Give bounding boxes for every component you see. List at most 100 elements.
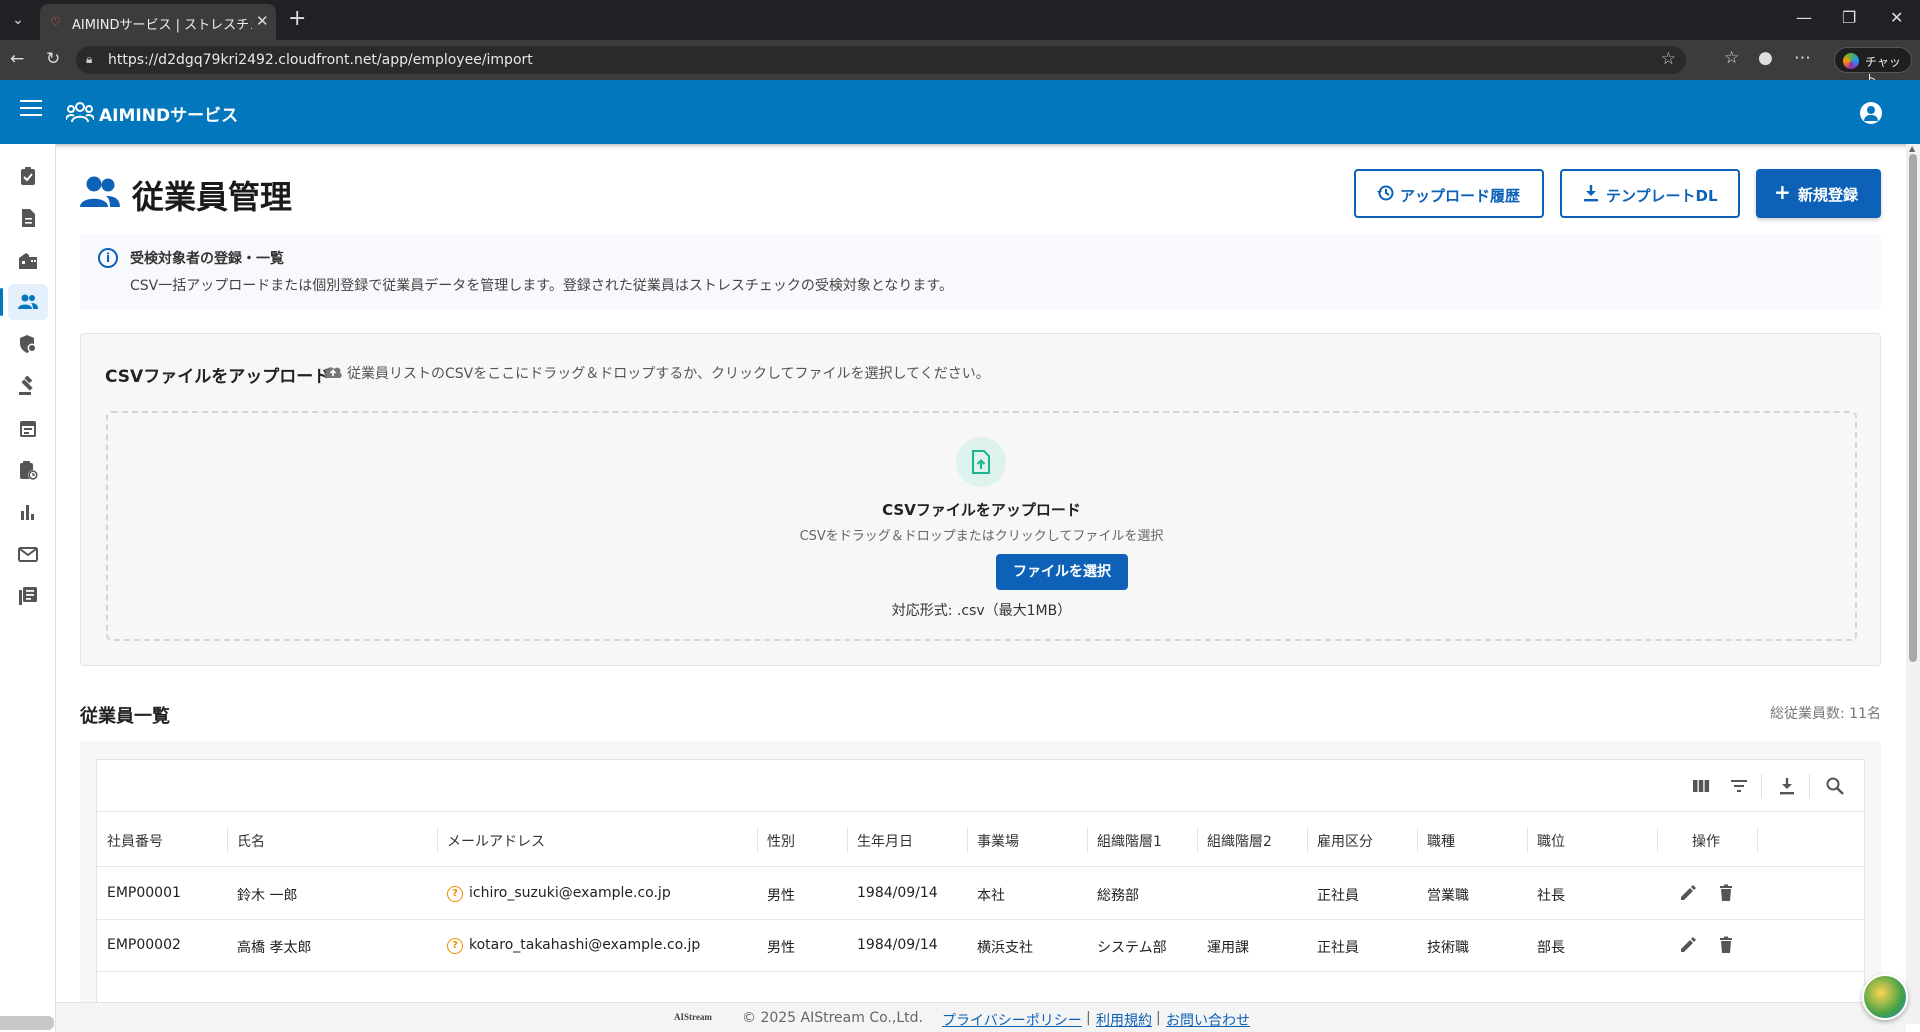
column-header[interactable]: 氏名 bbox=[237, 831, 265, 851]
column-resizer[interactable] bbox=[1757, 828, 1758, 852]
filter-icon[interactable] bbox=[1729, 776, 1749, 796]
column-header[interactable]: 組織階層2 bbox=[1207, 831, 1272, 851]
calendar-icon[interactable] bbox=[8, 410, 48, 446]
hamburger-menu-icon[interactable] bbox=[20, 100, 42, 118]
help-circle-icon[interactable]: ? bbox=[447, 938, 463, 954]
app-header: AIMINDサービス bbox=[0, 80, 1920, 144]
new-tab-icon[interactable]: + bbox=[288, 6, 306, 31]
bar-chart-icon[interactable] bbox=[8, 494, 48, 530]
cell-job: 営業職 bbox=[1427, 888, 1469, 904]
tab-list-chevron-icon[interactable]: ⌄ bbox=[6, 9, 30, 31]
more-icon[interactable]: ⋯ bbox=[1794, 48, 1811, 68]
url-text: https://d2dgq79kri2492.cloudfront.net/ap… bbox=[108, 52, 533, 68]
cell-site: 本社 bbox=[977, 888, 1005, 904]
select-file-button[interactable]: ファイルを選択 bbox=[996, 554, 1128, 590]
column-header[interactable]: 職種 bbox=[1427, 831, 1455, 851]
url-field[interactable]: 🔒︎ https://d2dgq79kri2492.cloudfront.net… bbox=[76, 46, 1686, 74]
column-resizer[interactable] bbox=[437, 828, 438, 852]
mail-icon[interactable] bbox=[8, 536, 48, 572]
close-window-icon[interactable]: ✕ bbox=[1890, 8, 1903, 27]
cloud-upload-icon bbox=[324, 367, 342, 378]
history-icon bbox=[1377, 185, 1394, 201]
browser-tab-bar: ⌄ ♡ AIMINDサービス | ストレスチェック×デジ ✕ + — ❐ ✕ bbox=[0, 0, 1920, 40]
people-icon[interactable] bbox=[0, 284, 48, 320]
sidebar-scrollbar[interactable] bbox=[0, 1016, 54, 1030]
column-resizer[interactable] bbox=[967, 828, 968, 852]
gavel-icon[interactable] bbox=[8, 368, 48, 404]
column-header[interactable]: 職位 bbox=[1537, 831, 1565, 851]
site-info-icon[interactable]: 🔒︎ bbox=[86, 52, 92, 67]
table-row[interactable]: EMP00001 鈴木 一郎 ? ichiro_suzuki@example.c… bbox=[97, 868, 1864, 920]
delete-icon[interactable] bbox=[1717, 884, 1735, 902]
column-resizer[interactable] bbox=[847, 828, 848, 852]
column-resizer[interactable] bbox=[1527, 828, 1528, 852]
column-resizer[interactable] bbox=[227, 828, 228, 852]
library-books-icon[interactable] bbox=[8, 578, 48, 614]
sidebar bbox=[0, 144, 56, 1032]
upload-history-button[interactable]: アップロード履歴 bbox=[1354, 169, 1544, 218]
account-icon[interactable] bbox=[1860, 102, 1882, 124]
contact-link[interactable]: お問い合わせ bbox=[1166, 1010, 1250, 1030]
column-header[interactable]: 組織階層1 bbox=[1097, 831, 1162, 851]
column-header[interactable]: 生年月日 bbox=[857, 831, 913, 851]
document-icon[interactable] bbox=[8, 200, 48, 236]
file-upload-icon bbox=[956, 437, 1006, 487]
column-header[interactable]: メールアドレス bbox=[447, 831, 545, 851]
info-panel: i 受検対象者の登録・一覧 CSV一括アップロードまたは個別登録で従業員データを… bbox=[80, 234, 1881, 310]
minimize-icon[interactable]: — bbox=[1796, 8, 1812, 27]
browser-tab[interactable]: ♡ AIMINDサービス | ストレスチェック×デジ ✕ bbox=[40, 4, 276, 40]
close-tab-icon[interactable]: ✕ bbox=[256, 12, 269, 30]
cell-employee-id: EMP00002 bbox=[107, 937, 181, 953]
column-resizer[interactable] bbox=[757, 828, 758, 852]
export-download-icon[interactable] bbox=[1777, 776, 1797, 796]
scrollbar-thumb[interactable] bbox=[1909, 154, 1917, 662]
template-download-label: テンプレートDL bbox=[1606, 187, 1718, 205]
column-header[interactable]: 操作 bbox=[1692, 831, 1720, 851]
restore-icon[interactable]: ❐ bbox=[1842, 8, 1856, 27]
delete-icon[interactable] bbox=[1717, 936, 1735, 954]
csv-dropzone[interactable]: CSVファイルをアップロード CSVをドラッグ＆ドロップまたはクリックしてファイ… bbox=[106, 411, 1857, 641]
back-icon[interactable]: ← bbox=[10, 49, 24, 69]
info-icon: i bbox=[98, 248, 118, 268]
chatbot-avatar-button[interactable] bbox=[1862, 974, 1908, 1020]
column-resizer[interactable] bbox=[1087, 828, 1088, 852]
column-header[interactable]: 性別 bbox=[767, 831, 795, 851]
scroll-up-icon[interactable]: ▲ bbox=[1909, 144, 1915, 153]
privacy-policy-link[interactable]: プライバシーポリシー bbox=[942, 1010, 1082, 1030]
column-header[interactable]: 雇用区分 bbox=[1317, 831, 1373, 851]
cell-org2: 運用課 bbox=[1207, 940, 1249, 956]
column-resizer[interactable] bbox=[1417, 828, 1418, 852]
employee-table: 社員番号 氏名 メールアドレス 性別 生年月日 事業場 組織階層1 組織階層2 … bbox=[96, 759, 1865, 1003]
new-register-button[interactable]: + 新規登録 bbox=[1756, 169, 1881, 218]
column-header[interactable]: 社員番号 bbox=[107, 831, 163, 851]
table-row[interactable]: EMP00002 高橋 孝太郎 ? kotaro_takahashi@examp… bbox=[97, 920, 1864, 972]
edit-icon[interactable] bbox=[1679, 884, 1697, 902]
search-icon[interactable] bbox=[1825, 776, 1845, 796]
copilot-chat-button[interactable]: チャット bbox=[1834, 47, 1912, 86]
column-resizer[interactable] bbox=[1197, 828, 1198, 852]
page-scrollbar[interactable]: ▲ bbox=[1906, 144, 1920, 1024]
page-title: 従業員管理 bbox=[132, 178, 293, 216]
reload-icon[interactable]: ↻ bbox=[46, 49, 60, 69]
column-resizer[interactable] bbox=[1307, 828, 1308, 852]
help-circle-icon[interactable]: ? bbox=[447, 886, 463, 902]
clipboard-clock-icon[interactable] bbox=[8, 452, 48, 488]
clipboard-check-icon[interactable] bbox=[8, 158, 48, 194]
bookmark-star-icon[interactable]: ☆ bbox=[1661, 49, 1676, 69]
favorites-icon[interactable]: ☆ bbox=[1724, 48, 1739, 68]
profile-icon[interactable]: ● bbox=[1758, 48, 1773, 68]
dropzone-title: CSVファイルをアップロード bbox=[882, 501, 1081, 519]
cell-site: 横浜支社 bbox=[977, 940, 1033, 956]
columns-icon[interactable] bbox=[1691, 776, 1711, 796]
column-header[interactable]: 事業場 bbox=[977, 831, 1019, 851]
app-brand[interactable]: AIMINDサービス bbox=[99, 101, 238, 126]
edit-icon[interactable] bbox=[1679, 936, 1697, 954]
column-resizer[interactable] bbox=[1657, 828, 1658, 852]
terms-link[interactable]: 利用規約 bbox=[1096, 1010, 1152, 1030]
upload-history-label: アップロード履歴 bbox=[1400, 187, 1521, 205]
copilot-icon bbox=[1843, 53, 1859, 69]
shield-settings-icon[interactable] bbox=[8, 326, 48, 362]
download-icon bbox=[1584, 185, 1598, 202]
template-download-button[interactable]: テンプレートDL bbox=[1560, 169, 1740, 218]
building-icon[interactable] bbox=[8, 242, 48, 278]
